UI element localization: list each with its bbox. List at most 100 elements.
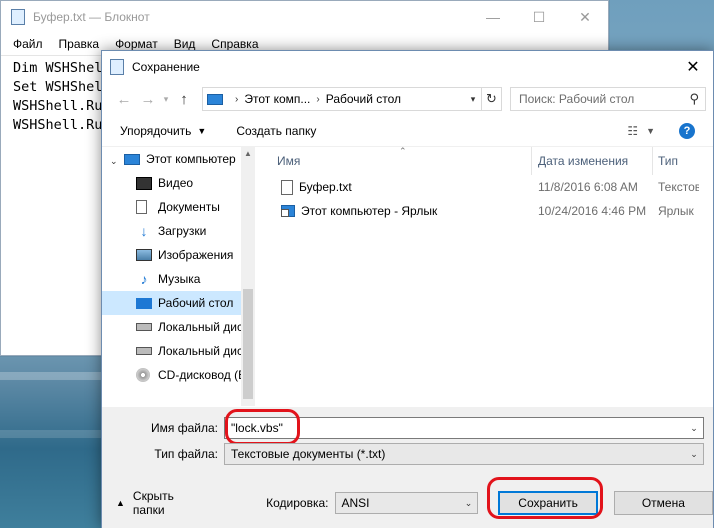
up-arrow-icon[interactable]: ↑	[172, 87, 196, 111]
nav-item-videos[interactable]: Видео	[102, 171, 255, 195]
column-header-name[interactable]: ⌃ Имя	[255, 146, 532, 175]
nav-item-label: Загрузки	[158, 224, 207, 238]
video-folder-icon	[136, 176, 152, 190]
nav-item-local-disk-d[interactable]: Локальный дис	[102, 339, 255, 363]
desktop-icon	[136, 297, 152, 309]
nav-item-music[interactable]: ♪ Музыка	[102, 267, 255, 291]
back-arrow-icon[interactable]: ←	[112, 87, 136, 111]
minimize-button[interactable]: —	[470, 1, 516, 33]
filename-label: Имя файла:	[151, 421, 218, 435]
nav-item-label: Музыка	[158, 272, 201, 286]
filetype-value: Текстовые документы (*.txt)	[231, 447, 386, 461]
cancel-button[interactable]: Отмена	[613, 491, 714, 515]
nav-item-label: Локальный дис	[158, 320, 243, 334]
computer-icon	[124, 153, 140, 165]
nav-scrollbar[interactable]: ▲	[241, 147, 255, 406]
nav-item-label: Локальный дис	[158, 344, 243, 358]
file-list-pane: ⌃ Имя Дата изменения Тип Буфер.txt 11/8/…	[255, 146, 713, 406]
shortcut-computer-icon	[281, 205, 295, 217]
breadcrumb-desktop[interactable]: Рабочий стол	[326, 92, 401, 106]
save-button[interactable]: Сохранить	[498, 491, 598, 515]
hide-folders-label: Скрыть папки	[132, 489, 174, 517]
new-folder-button[interactable]: Создать папку	[236, 124, 316, 138]
hide-folders-button[interactable]: ▲ Скрыть папки	[116, 489, 208, 517]
save-dialog: Сохранение ✕ ← → ▾ ↑ › Этот комп... › Ра…	[101, 50, 714, 528]
column-headers: ⌃ Имя Дата изменения Тип	[255, 146, 713, 175]
breadcrumb-computer[interactable]: Этот комп...	[244, 92, 310, 106]
filename-field[interactable]: "lock.vbs" ⌄	[224, 417, 704, 439]
music-note-icon: ♪	[140, 271, 148, 287]
nav-item-pictures[interactable]: Изображения	[102, 243, 255, 267]
encoding-label: Кодировка:	[266, 496, 329, 510]
forward-arrow-icon[interactable]: →	[136, 87, 160, 111]
maximize-button[interactable]: ☐	[516, 1, 562, 33]
nav-item-label: Этот компьютер	[146, 152, 236, 166]
sort-ascending-icon: ⌃	[399, 146, 407, 156]
filetype-label: Тип файла:	[154, 447, 218, 461]
chevron-down-icon[interactable]: ⌄	[685, 449, 703, 460]
menu-help[interactable]: Справка	[203, 37, 266, 51]
column-header-date[interactable]: Дата изменения	[532, 147, 653, 175]
menu-format[interactable]: Формат	[107, 37, 166, 51]
address-bar[interactable]: › Этот комп... › Рабочий стол ▾	[202, 87, 482, 111]
cd-drive-icon	[136, 368, 150, 382]
file-list-scrollbar[interactable]	[699, 147, 713, 406]
nav-item-local-disk-c[interactable]: Локальный дис	[102, 315, 255, 339]
dialog-bottom-area: Имя файла: "lock.vbs" ⌄ Тип файла: Текст…	[102, 407, 714, 528]
file-row[interactable]: Этот компьютер - Ярлык 10/24/2016 4:46 P…	[255, 199, 713, 223]
view-options-button[interactable]: ☷ ▼	[627, 124, 655, 138]
chevron-down-icon[interactable]: ⌄	[110, 156, 118, 167]
nav-scrollbar-thumb[interactable]	[243, 289, 253, 399]
dropdown-chevron-icon[interactable]: ▾	[160, 87, 172, 111]
hard-drive-icon	[136, 347, 152, 355]
navigation-pane: ⌄ Этот компьютер Видео Документы ↓ Загру…	[102, 147, 255, 406]
search-input[interactable]: Поиск: Рабочий стол ⚲	[510, 87, 706, 111]
nav-item-documents[interactable]: Документы	[102, 195, 255, 219]
search-icon: ⚲	[689, 91, 699, 106]
nav-item-downloads[interactable]: ↓ Загрузки	[102, 219, 255, 243]
computer-icon	[207, 93, 223, 105]
chevron-right-icon[interactable]: ›	[235, 94, 238, 105]
encoding-select[interactable]: ANSI ⌄	[334, 492, 479, 514]
close-button[interactable]: ✕	[562, 1, 608, 33]
search-placeholder: Поиск: Рабочий стол	[519, 92, 635, 106]
help-icon[interactable]: ?	[679, 122, 695, 139]
file-name: Этот компьютер - Ярлык	[301, 204, 438, 218]
filename-row: Имя файла: "lock.vbs" ⌄	[102, 417, 704, 439]
notepad-titlebar: Буфер.txt — Блокнот — ☐ ✕	[1, 1, 608, 33]
notepad-title: Буфер.txt — Блокнот	[33, 10, 150, 24]
menu-file[interactable]: Файл	[5, 37, 51, 51]
dialog-close-button[interactable]: ✕	[673, 51, 713, 83]
nav-item-this-pc[interactable]: Этот компьютер	[102, 147, 255, 171]
filename-value: "lock.vbs"	[231, 421, 283, 435]
pictures-icon	[136, 249, 152, 261]
filetype-row: Тип файла: Текстовые документы (*.txt) ⌄	[102, 443, 704, 465]
menu-edit[interactable]: Правка	[51, 37, 108, 51]
nav-item-label: Рабочий стол	[158, 296, 234, 310]
chevron-right-icon[interactable]: ›	[316, 94, 319, 105]
nav-item-cd-drive[interactable]: CD-дисковод (E	[102, 363, 255, 387]
chevron-down-icon: ▼	[646, 125, 655, 136]
organize-label: Упорядочить	[120, 123, 192, 138]
organize-button[interactable]: Упорядочить ▼	[120, 124, 206, 138]
address-row: ← → ▾ ↑ › Этот комп... › Рабочий стол ▾ …	[102, 83, 713, 115]
nav-item-label: Видео	[158, 176, 194, 190]
view-list-icon: ☷	[627, 123, 639, 138]
dialog-title: Сохранение	[132, 60, 200, 74]
chevron-down-icon[interactable]: ⌄	[685, 423, 703, 434]
dialog-footer: ▲ Скрыть папки Кодировка: ANSI ⌄ Сохрани…	[102, 483, 714, 523]
nav-item-label: Изображения	[158, 248, 234, 262]
file-row[interactable]: Буфер.txt 11/8/2016 6:08 AM Текстовы	[255, 175, 713, 199]
chevron-down-icon[interactable]: ⌄	[459, 498, 477, 509]
chevron-down-icon: ▼	[197, 125, 207, 136]
chevron-down-icon[interactable]: ▾	[465, 94, 481, 105]
nav-item-label: CD-дисковод (E	[158, 368, 247, 382]
menu-view[interactable]: Вид	[166, 37, 204, 51]
hard-drive-icon	[136, 323, 152, 331]
file-date: 10/24/2016 4:46 PM	[538, 204, 647, 218]
nav-item-label: Документы	[158, 200, 220, 214]
refresh-icon[interactable]: ↻	[482, 87, 502, 111]
filetype-select[interactable]: Текстовые документы (*.txt) ⌄	[224, 443, 704, 465]
scroll-up-icon[interactable]: ▲	[241, 147, 255, 161]
nav-item-desktop[interactable]: Рабочий стол	[102, 291, 255, 315]
